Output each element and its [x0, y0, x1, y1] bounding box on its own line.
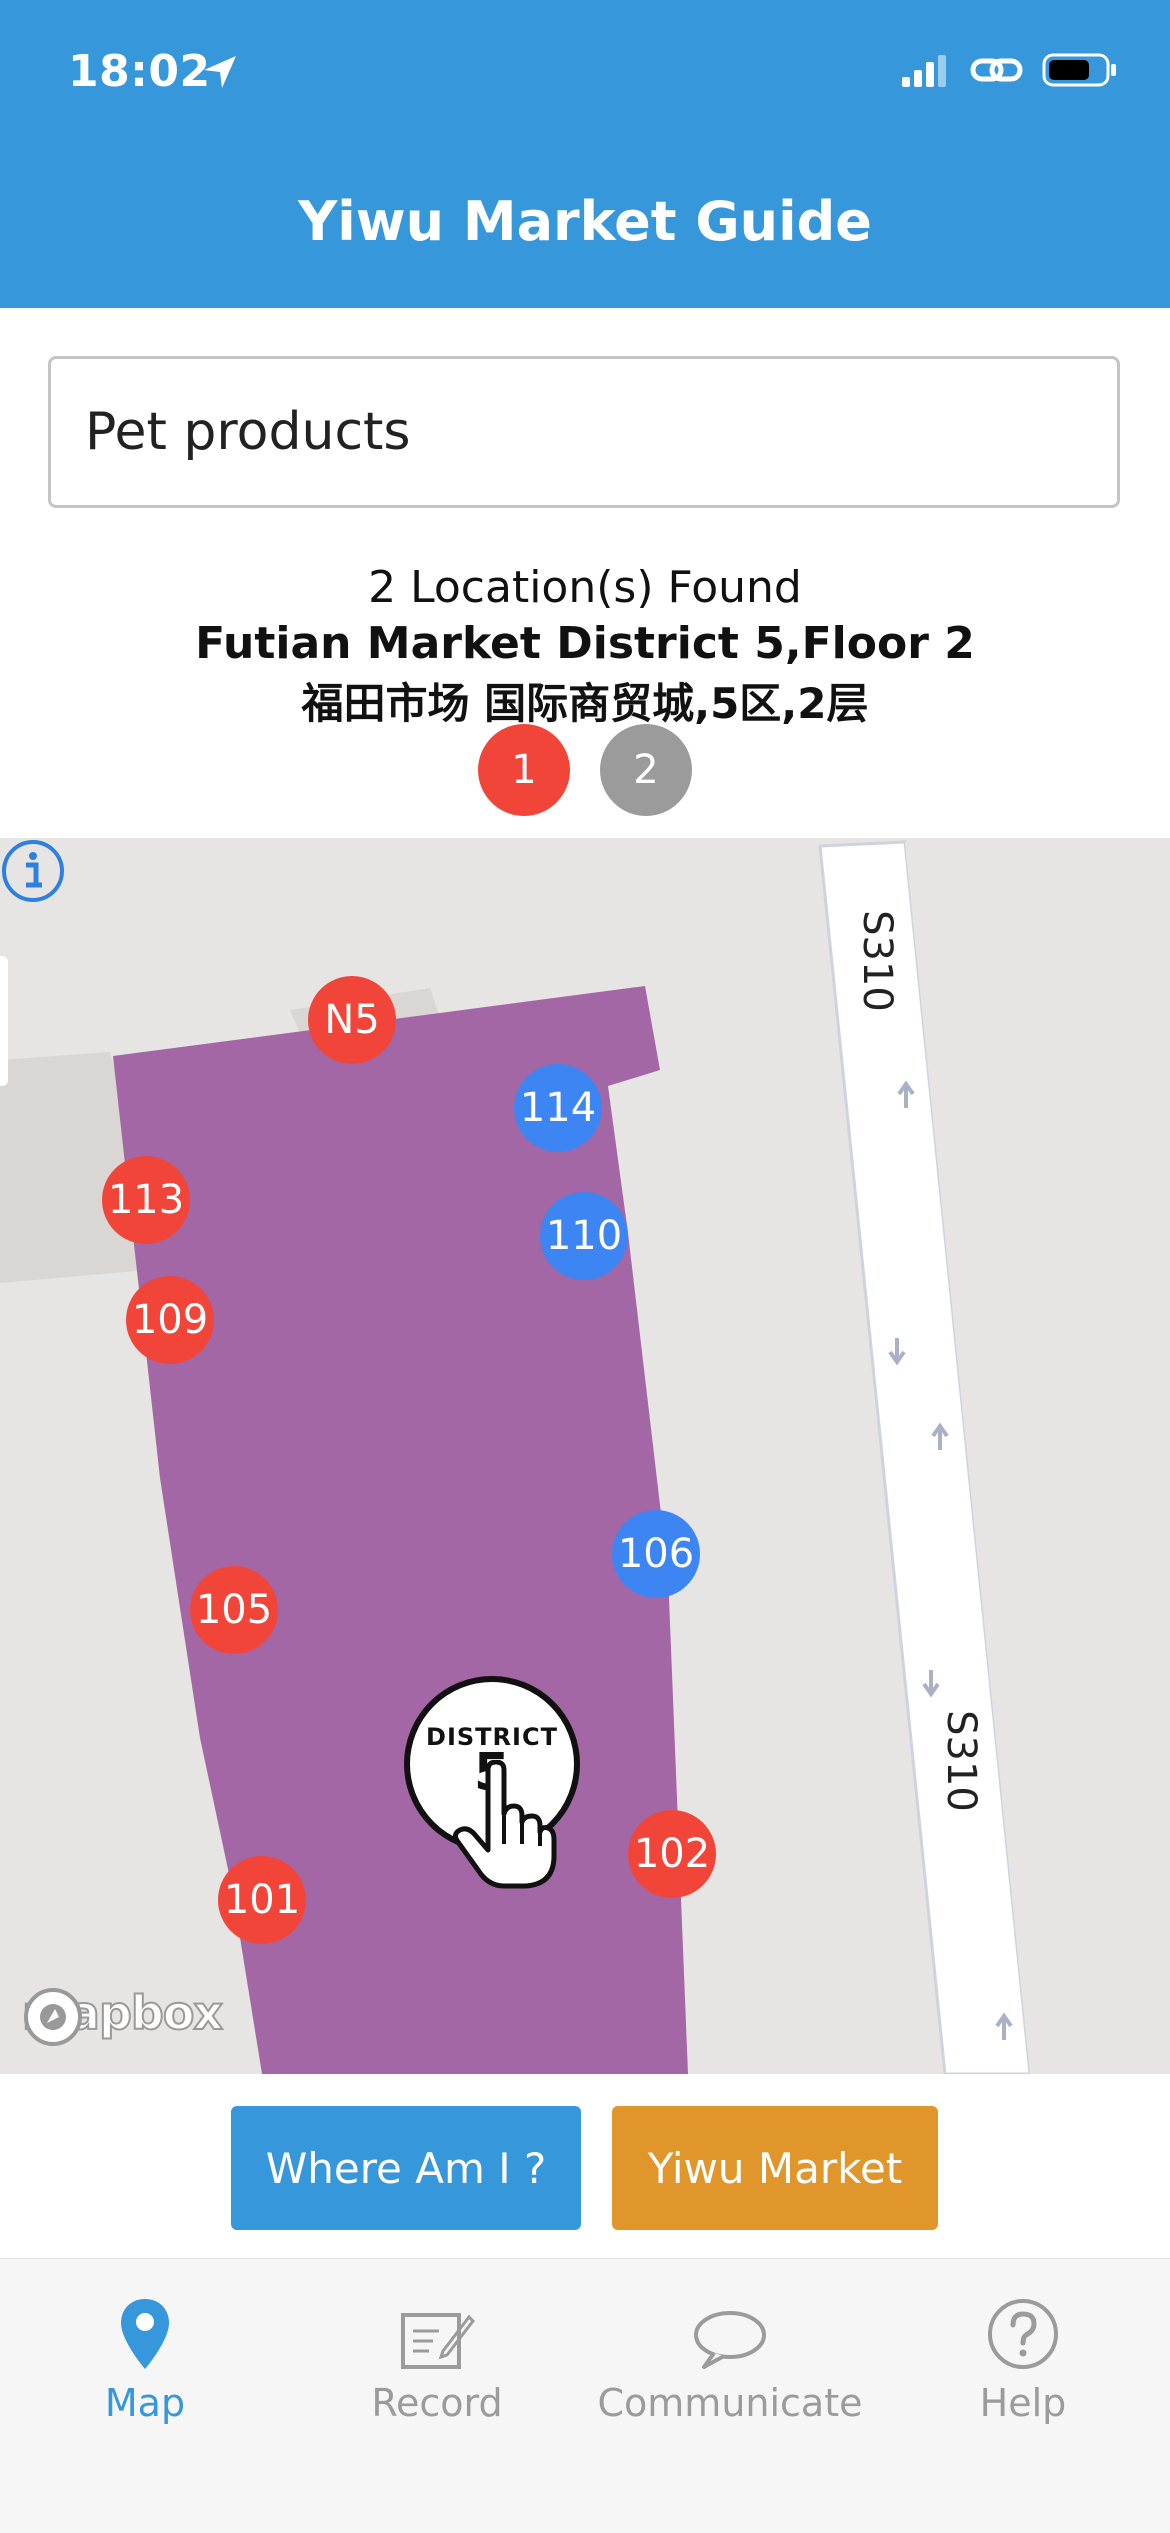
app-header: 18:02 Yiwu Market Guide — [0, 0, 1170, 308]
info-icon[interactable] — [0, 838, 66, 904]
mapbox-icon — [24, 1988, 82, 2046]
tab-label: Help — [979, 2381, 1067, 2425]
battery-icon — [1042, 53, 1116, 87]
where-am-i-button[interactable]: Where Am I ? — [231, 2106, 581, 2230]
signal-icon — [902, 55, 946, 87]
tab-label: Communicate — [597, 2381, 863, 2425]
results-summary: 2 Location(s) Found Futian Market Distri… — [0, 560, 1170, 736]
map-pin-icon — [121, 2299, 169, 2369]
tab-help[interactable]: Help — [878, 2287, 1168, 2425]
tab-communicate[interactable]: Communicate — [585, 2287, 875, 2425]
page-button-2[interactable]: 2 — [600, 724, 692, 816]
map-marker-114[interactable]: 114 — [514, 1064, 602, 1152]
yiwu-market-button[interactable]: Yiwu Market — [612, 2106, 938, 2230]
result-pager: 1 2 — [0, 724, 1170, 816]
tab-label: Map — [104, 2381, 186, 2425]
search-input[interactable] — [48, 356, 1120, 508]
map-marker-101[interactable]: 101 — [218, 1856, 306, 1944]
map-marker-105[interactable]: 105 — [190, 1566, 278, 1654]
location-name-en: Futian Market District 5,Floor 2 — [195, 618, 975, 669]
status-time: 18:02 — [68, 46, 211, 97]
record-icon — [401, 2313, 475, 2369]
location-arrow-icon — [204, 56, 236, 88]
market-map[interactable]: S310 S310 N5 114 113 110 109 106 105 102… — [0, 838, 1170, 2074]
link-icon — [970, 58, 1023, 82]
help-icon — [988, 2299, 1058, 2369]
map-marker-n5[interactable]: N5 — [308, 976, 396, 1064]
district-badge[interactable]: DISTRICT 5 — [404, 1676, 580, 1889]
map-marker-113[interactable]: 113 — [102, 1156, 190, 1244]
map-marker-110[interactable]: 110 — [540, 1192, 628, 1280]
map-marker-109[interactable]: 109 — [126, 1276, 214, 1364]
chat-icon — [694, 2311, 766, 2369]
tab-bar: Map Record Communicate Help — [0, 2258, 1170, 2533]
map-marker-102[interactable]: 102 — [628, 1810, 716, 1898]
tap-hand-icon — [452, 1760, 557, 1889]
tab-map[interactable]: Map — [0, 2287, 290, 2425]
road-label: S310 — [853, 910, 900, 1012]
page-button-1[interactable]: 1 — [478, 724, 570, 816]
map-canvas — [0, 838, 1170, 2074]
tab-record[interactable]: Record — [292, 2287, 582, 2425]
mapbox-logo[interactable]: mapbox — [21, 1985, 224, 2046]
road-label: S310 — [937, 1710, 984, 1812]
map-marker-106[interactable]: 106 — [612, 1510, 700, 1598]
page-title: Yiwu Market Guide — [298, 190, 872, 253]
tab-label: Record — [371, 2381, 503, 2425]
results-count: 2 Location(s) Found — [368, 562, 802, 613]
status-icons — [900, 52, 1118, 88]
